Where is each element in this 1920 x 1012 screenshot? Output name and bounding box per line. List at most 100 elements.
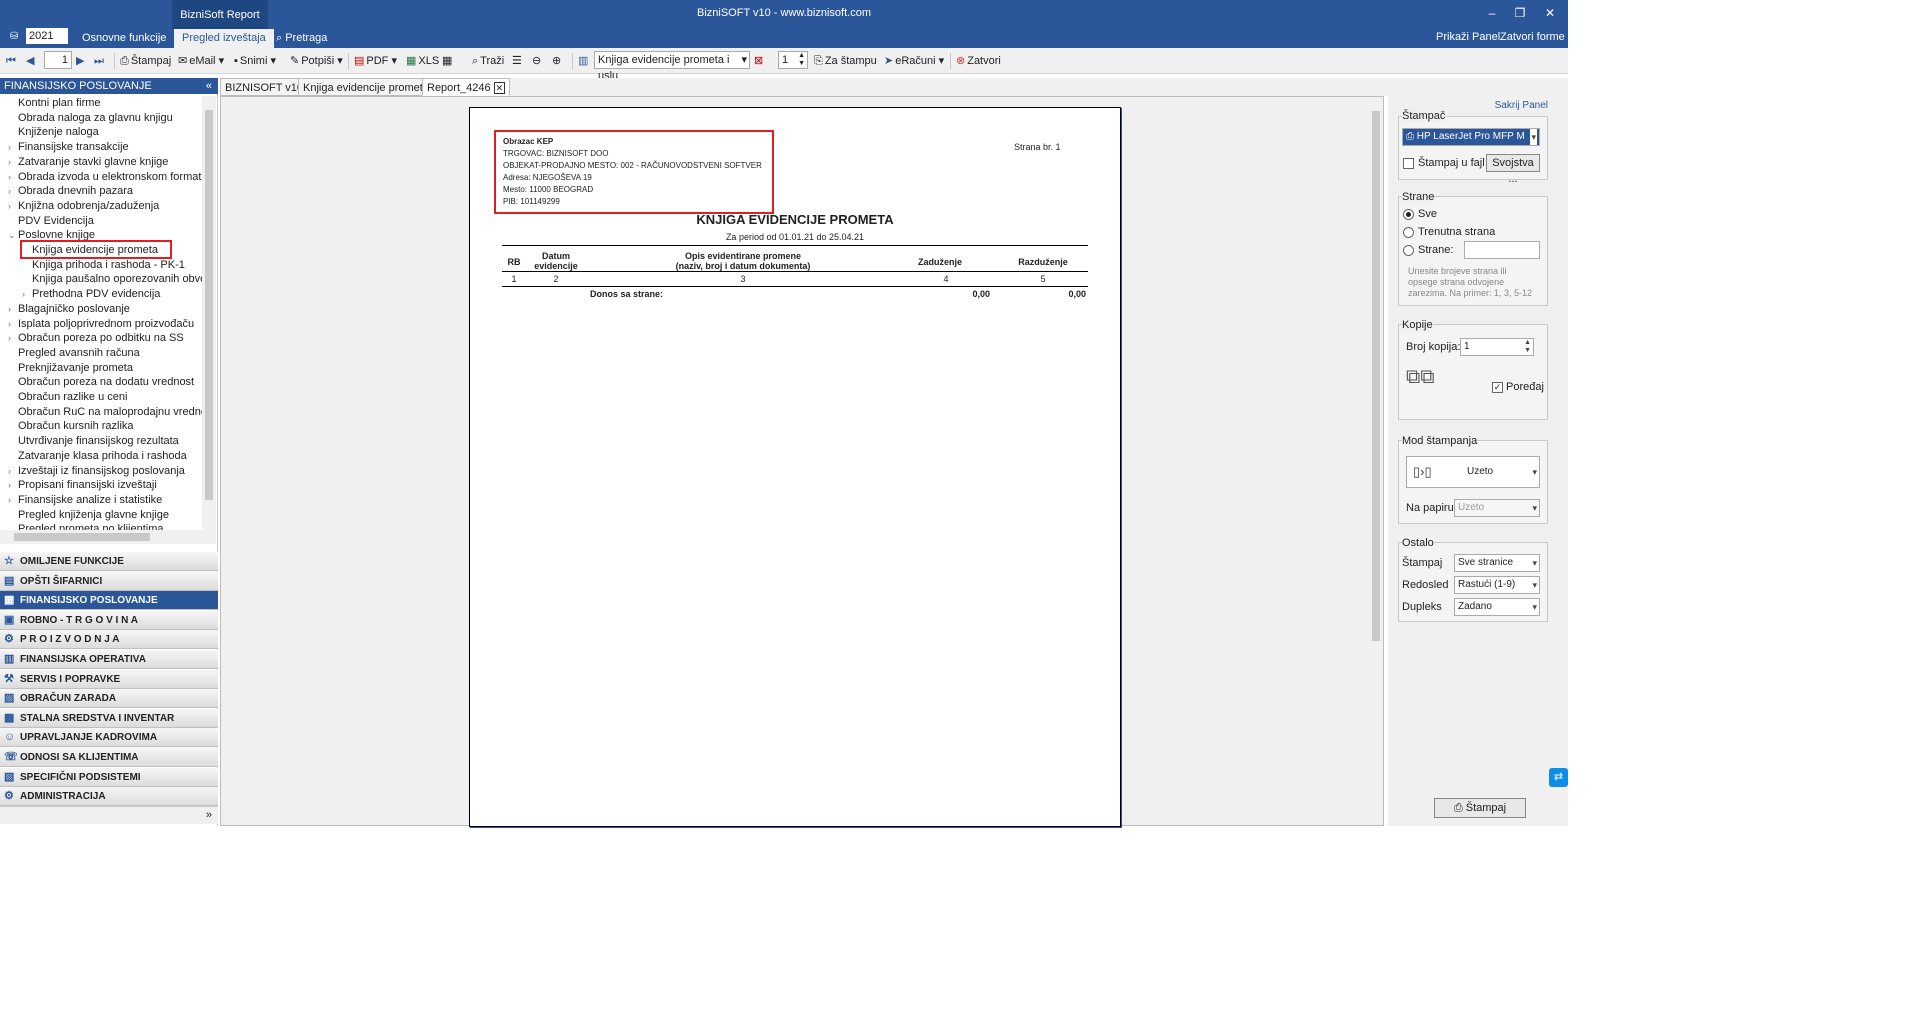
copies-spinner[interactable]: 1 ▲ ▼ [778,51,808,69]
tree-item[interactable]: Knjiga prihoda i rashoda - PK-1 [22,258,185,272]
teamviewer-icon[interactable]: ⇄ [1549,768,1568,787]
prikazi-panel-link[interactable]: Prikaži Panel [1436,31,1500,43]
za-stampu-button[interactable]: ⎘ Za štampu [814,52,877,70]
collapse-icon[interactable]: « [206,78,212,94]
next-page-icon[interactable]: ▶ [76,52,84,70]
restore-button[interactable]: ❐ [1508,4,1532,22]
duplex-select[interactable]: Zadano ▾ [1454,598,1540,616]
close-button[interactable]: ✕ [1538,4,1562,22]
tree-item[interactable]: › Blagajničko poslovanje [8,302,130,316]
order-select[interactable]: Rastući (1-9) ▾ [1454,576,1540,594]
print-mode-select[interactable]: ▯›▯ Uzeto ▾ [1406,456,1540,488]
chevron-right-icon[interactable]: › [8,317,18,331]
tree-vertical-scrollbar[interactable] [202,96,216,530]
xls-button[interactable]: ▦ XLS [406,52,439,70]
filter-clear-icon[interactable]: ⊠ [754,52,763,70]
tree-item[interactable]: PDV Evidencija [8,214,94,228]
prev-page-icon[interactable]: ◀ [26,52,34,70]
chevron-right-icon[interactable]: › [8,493,18,507]
all-pages-radio[interactable] [1403,209,1414,220]
module-section[interactable]: ▣ ROBNO - T R G O V I N A [0,610,218,630]
tree-item[interactable]: › Obrada izvoda u elektronskom formatu [8,170,202,184]
more-sections-button[interactable]: » [0,806,218,824]
page-range-input[interactable] [1464,241,1540,259]
tab-pregled-izvestaja[interactable]: Pregled izveštaja [174,29,274,48]
copies-input[interactable]: 1 ▲ ▼ [1460,338,1534,356]
zoom-in-icon[interactable]: ⊕ [552,52,561,70]
print-button[interactable]: ⎙ Štampaj [1434,798,1526,818]
module-section[interactable]: ▥ FINANSIJSKA OPERATIVA [0,650,218,669]
tab-report[interactable]: Report_4246 ✕ [422,78,511,96]
zatvori-button[interactable]: ⊗ Zatvori [956,52,1001,70]
tree-item[interactable]: Preknjižavanje prometa [8,361,133,375]
chevron-right-icon[interactable]: › [8,302,18,316]
preview-vertical-scrollbar[interactable] [1369,97,1383,825]
print-select[interactable]: Sve stranice ▾ [1454,554,1540,572]
zatvori-forme-link[interactable]: Zatvori forme [1500,31,1565,43]
pdf-button[interactable]: ▤ PDF ▾ [354,52,397,70]
chevron-right-icon[interactable]: › [8,199,18,213]
tree-item[interactable]: Pregled knjiženja glavne knjige [8,508,169,522]
tree-item[interactable]: › Knjižna odobrenja/zaduženja [8,199,159,213]
printer-select[interactable]: ⎙ HP LaserJet Pro MFP M ▾ [1402,128,1540,146]
tree-item[interactable]: Knjiženje naloga [8,125,99,139]
zoom-out-icon[interactable]: ⊖ [532,52,541,70]
list-icon[interactable]: ☰ [512,52,522,70]
tree-item[interactable]: › Zatvaranje stavki glavne knjige [8,155,168,169]
tree-item[interactable]: Zatvaranje klasa prihoda i rashoda [8,449,187,463]
chevron-down-icon[interactable]: ⌄ [8,228,18,242]
tree-item[interactable]: Obračun razlike u ceni [8,390,127,404]
tree-item[interactable]: › Finansijske analize i statistike [8,493,162,507]
module-section[interactable]: ⚙ P R O I Z V O D N J A [0,630,218,650]
tree-item[interactable]: Obračun poreza na dodatu vrednost [8,375,194,389]
tree-item[interactable]: Knjiga paušalno oporezovanih obve [22,272,202,286]
year-field[interactable]: 2021 [26,28,68,44]
tree-item[interactable]: Utvrđivanje finansijskog rezultata [8,434,179,448]
tree-item[interactable]: Kontni plan firme [8,96,101,110]
chevron-right-icon[interactable]: › [8,140,18,154]
chevron-right-icon[interactable]: › [8,331,18,345]
current-page-radio[interactable] [1403,227,1414,238]
module-section[interactable]: ▨ OBRAČUN ZARADA [0,689,218,709]
stampaj-button[interactable]: ⎙ Štampaj [120,52,171,70]
module-section[interactable]: ☏ ODNOSI SA KLIJENTIMA [0,748,218,767]
first-page-icon[interactable]: ⏮ [6,52,16,70]
tree-item[interactable]: › Finansijske transakcije [8,140,129,154]
tab-knjiga-evidencije[interactable]: Knjiga evidencije prometa [298,78,434,96]
chevron-right-icon[interactable]: › [22,287,32,301]
close-tab-icon[interactable]: ✕ [493,82,506,94]
page-number-input[interactable]: 1 [44,51,72,69]
module-section[interactable]: ▤ OPŠTI ŠIFARNICI [0,571,218,591]
tree-item[interactable]: Pregled avansnih računa [8,346,140,360]
minimize-button[interactable]: – [1480,4,1504,22]
tree-item[interactable]: › Obrada dnevnih pazara [8,184,133,198]
chevron-right-icon[interactable]: › [8,478,18,492]
tree-horizontal-scrollbar[interactable] [0,530,216,544]
tree-item[interactable]: › Isplata poljoprivrednom proizvođaču [8,317,194,331]
database-icon[interactable]: ⛁ [10,31,18,42]
chevron-right-icon[interactable]: › [8,464,18,478]
potpisi-button[interactable]: ✎ Potpiši ▾ [290,52,343,70]
module-section[interactable]: ▧ SPECIFIČNI PODSISTEMI [0,767,218,787]
chart-icon[interactable]: ▥ [578,52,588,70]
module-section[interactable]: ⚒ SERVIS I POPRAVKE [0,669,218,689]
report-select[interactable]: Knjiga evidencije prometa i uslu ▾ [594,51,750,82]
last-page-icon[interactable]: ⏭ [94,52,104,70]
chevron-right-icon[interactable]: › [8,170,18,184]
module-section[interactable]: ⚙ ADMINISTRACIJA [0,787,218,807]
tree-item[interactable]: › Obračun poreza po odbitku na SS [8,331,184,345]
tab-osnovne-funkcije[interactable]: Osnovne funkcije [74,29,174,48]
grid-icon[interactable]: ▦ [442,52,452,70]
tree-item[interactable]: › Prethodna PDV evidencija [22,287,160,301]
chevron-right-icon[interactable]: › [8,184,18,198]
tree-item[interactable]: › Propisani finansijski izveštaji [8,478,157,492]
tree-item[interactable]: Obračun kursnih razlika [8,419,134,433]
svojstva-button[interactable]: Svojstva ... [1486,154,1540,185]
tree-item[interactable]: Obračun RuC na maloprodajnu vrednost [8,405,202,419]
module-section[interactable]: ▩ STALNA SREDSTVA I INVENTAR [0,708,218,728]
module-section[interactable]: ☆ OMILJENE FUNKCIJE [0,552,218,571]
email-button[interactable]: ✉ eMail ▾ [178,52,224,70]
page-range-radio[interactable] [1403,245,1414,256]
tree-item[interactable]: Obrada naloga za glavnu knjigu [8,111,173,125]
trazi-button[interactable]: ⌕ Traži [472,52,504,70]
